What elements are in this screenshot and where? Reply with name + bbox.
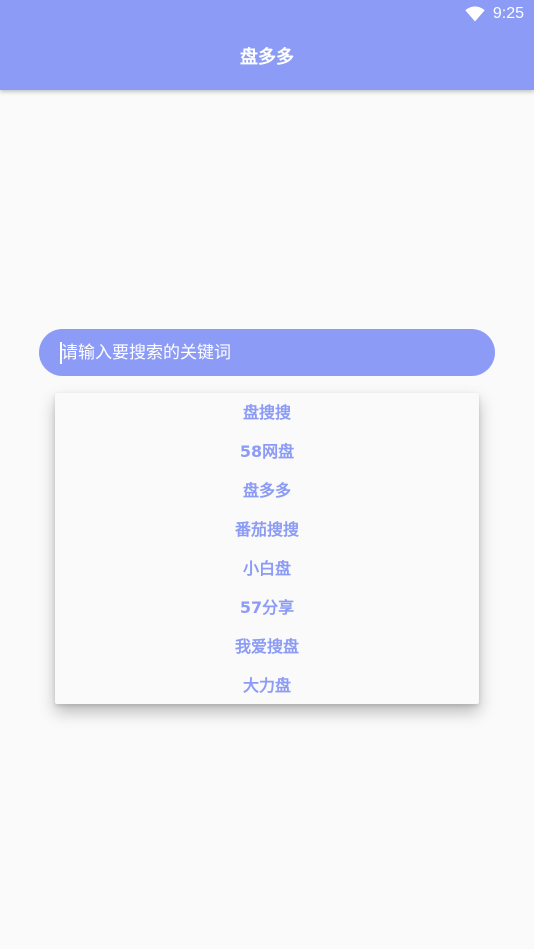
suggestion-item[interactable]: 盘搜搜 xyxy=(55,393,479,432)
suggestion-dropdown: 盘搜搜 58网盘 盘多多 番茄搜搜 小白盘 57分享 我爱搜盘 大力盘 xyxy=(55,393,479,704)
suggestion-item[interactable]: 番茄搜搜 xyxy=(55,510,479,549)
status-bar: 9:25 xyxy=(0,0,534,28)
suggestion-item[interactable]: 我爱搜盘 xyxy=(55,627,479,666)
status-time: 9:25 xyxy=(492,5,524,22)
status-bar-right: 9:25 xyxy=(465,4,524,24)
suggestion-item[interactable]: 盘多多 xyxy=(55,471,479,510)
wifi-icon xyxy=(465,6,485,22)
suggestion-item[interactable]: 57分享 xyxy=(55,588,479,627)
suggestion-item[interactable]: 58网盘 xyxy=(55,432,479,471)
app-title: 盘多多 xyxy=(240,47,294,68)
suggestion-list: 盘搜搜 58网盘 盘多多 番茄搜搜 小白盘 57分享 我爱搜盘 大力盘 xyxy=(55,393,479,705)
suggestion-item[interactable]: 小白盘 xyxy=(55,549,479,588)
search-bar[interactable] xyxy=(39,329,495,376)
suggestion-item[interactable]: 大力盘 xyxy=(55,666,479,705)
app-bar: 9:25 盘多多 xyxy=(0,0,534,90)
search-input[interactable] xyxy=(61,329,481,376)
